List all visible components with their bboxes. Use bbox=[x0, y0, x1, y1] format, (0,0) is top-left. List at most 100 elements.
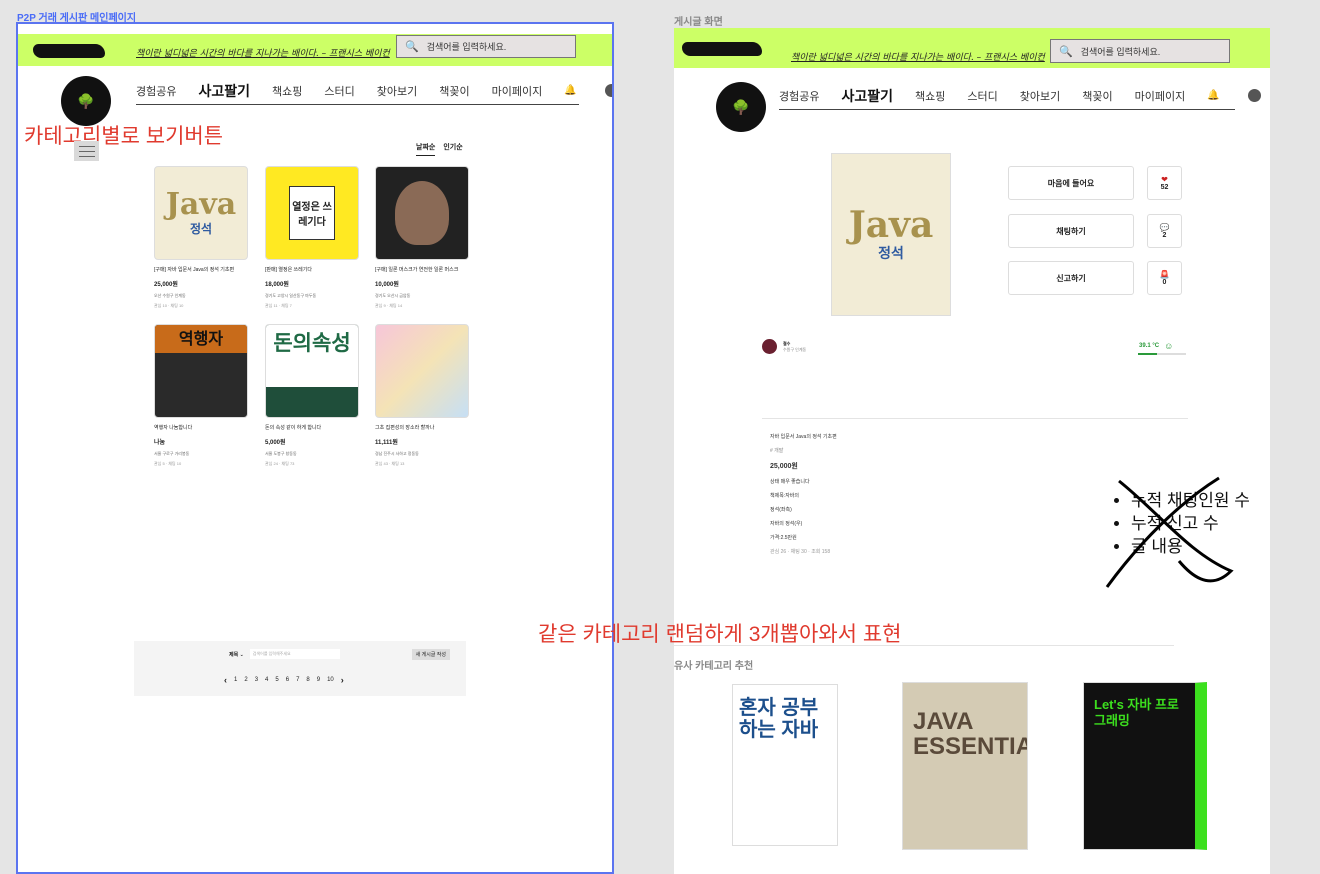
post-location: 오산 수원구 인계동 bbox=[154, 293, 186, 298]
open-book-logo[interactable]: 🌳 bbox=[61, 76, 111, 126]
cover-title: Java bbox=[165, 186, 237, 222]
post-title: 돈의 속성 같이 하게 합니다 bbox=[265, 425, 322, 431]
cover-title: 열정은 쓰레기다 bbox=[289, 186, 335, 240]
cover-subtitle: 정석 bbox=[878, 244, 904, 261]
post-card[interactable]: 열정은 쓰레기다 [판매] 열정은 쓰레기다 18,000원 경기도 고양시 일… bbox=[265, 166, 359, 309]
top-banner: 책이란 넓디넓은 시간의 바다를 지나가는 배이다. – 프랜시스 베이컨 🔍 … bbox=[18, 34, 612, 66]
nav-book-shopping[interactable]: 책쇼핑 bbox=[915, 88, 945, 104]
chat-button[interactable]: 채팅하기 bbox=[1008, 214, 1134, 248]
new-post-button[interactable]: 새 게시글 작성 bbox=[411, 649, 450, 660]
post-price: 18,000원 bbox=[265, 282, 289, 288]
page-5[interactable]: 5 bbox=[275, 677, 278, 683]
nav-explore[interactable]: 찾아보기 bbox=[377, 83, 417, 99]
post-description: 상태 매우 좋습니다 bbox=[770, 479, 810, 485]
post-card[interactable]: [구매] 일론 머스크가 연전한 일론 머스크 10,000원 경기도 오산시 … bbox=[375, 166, 469, 309]
post-location: 경기도 오산시 금암동 bbox=[375, 293, 411, 298]
post-meta: 관심 43 · 채팅 13 bbox=[375, 461, 405, 466]
post-price: 11,111원 bbox=[375, 440, 398, 446]
nav-explore[interactable]: 찾아보기 bbox=[1020, 88, 1060, 104]
temperature-value: 39.1 °C bbox=[1139, 343, 1160, 349]
post-card[interactable]: 역행자 역행자 나눔합니다 나눔 서울 구로구 가리봉동 관심 5 · 채팅 1… bbox=[154, 324, 248, 467]
page-4[interactable]: 4 bbox=[265, 677, 268, 683]
search-icon: 🔍 bbox=[405, 41, 419, 53]
page-6[interactable]: 6 bbox=[286, 677, 289, 683]
sort-tabs: 날짜순 인기순 bbox=[416, 142, 463, 156]
post-title: 자바 입문서 Java의 정석 기초편 bbox=[770, 434, 837, 440]
detail-page-frame: 책이란 넓디넓은 시간의 바다를 지나가는 배이다. – 프랜시스 베이컨 🔍 … bbox=[674, 28, 1270, 874]
prev-page-icon[interactable]: ‹ bbox=[224, 675, 227, 685]
cover-title: 돈의속성 bbox=[266, 325, 358, 387]
main-nav: 경험공유 사고팔기 책쇼핑 스터디 찾아보기 책꽂이 마이페이지 🔔 ⌄ bbox=[779, 82, 1261, 110]
post-location: 서울 구로구 가리봉동 bbox=[154, 451, 190, 456]
post-card[interactable]: 돈의속성 돈의 속성 같이 하게 합니다 5,000원 서울 도봉구 창동동 관… bbox=[265, 324, 359, 467]
page-2[interactable]: 2 bbox=[244, 677, 247, 683]
board-search-input[interactable]: 검색어를 입력해주세요 bbox=[249, 649, 340, 659]
search-input[interactable]: 🔍 검색어를 입력하세요. bbox=[396, 35, 576, 58]
category-menu-icon[interactable] bbox=[74, 141, 99, 161]
report-button[interactable]: 신고하기 bbox=[1008, 261, 1134, 295]
recommended-book[interactable]: 혼자 공부하는 자바 bbox=[732, 684, 838, 846]
page-9[interactable]: 9 bbox=[317, 677, 320, 683]
post-meta: 관심 26 · 채팅 30 · 조회 158 bbox=[770, 549, 831, 555]
post-card[interactable]: 그초 집편성의 장소라 할까나 11,111원 경남 진주시 사하고 정동동 관… bbox=[375, 324, 469, 467]
smile-icon: ☺ bbox=[1164, 341, 1174, 351]
next-page-icon[interactable]: › bbox=[341, 675, 344, 685]
cover-title: Java bbox=[848, 203, 934, 246]
page-1[interactable]: 1 bbox=[234, 677, 237, 683]
nav-bookshelf[interactable]: 책꽂이 bbox=[439, 83, 469, 99]
detail-book-cover: Java 정석 bbox=[831, 153, 951, 316]
sort-date[interactable]: 날짜순 bbox=[416, 142, 436, 156]
post-card[interactable]: Java 정석 [구매] 자바 입문서 Java의 정석 기초편 25,000원… bbox=[154, 166, 248, 309]
post-price: 25,000원 bbox=[770, 463, 798, 470]
nav-study[interactable]: 스터디 bbox=[324, 83, 354, 99]
main-nav: 경험공유 사고팔기 책쇼핑 스터디 찾아보기 책꽂이 마이페이지 🔔 ⌄ bbox=[136, 77, 612, 105]
book-cover: 돈의속성 bbox=[265, 324, 359, 418]
nav-experience[interactable]: 경험공유 bbox=[136, 83, 176, 99]
siren-icon: 🚨 bbox=[1159, 270, 1170, 279]
sort-popular[interactable]: 인기순 bbox=[443, 142, 462, 156]
banner-quote: 책이란 넓디넓은 시간의 바다를 지나가는 배이다. – 프랜시스 베이컨 bbox=[136, 49, 390, 59]
nav-mypage[interactable]: 마이페이지 bbox=[1135, 88, 1186, 104]
nav-study[interactable]: 스터디 bbox=[967, 88, 997, 104]
divider bbox=[762, 418, 1188, 419]
manner-temperature: 39.1 °C ☺ bbox=[1138, 341, 1186, 355]
nav-book-shopping[interactable]: 책쇼핑 bbox=[272, 83, 302, 99]
nav-bookshelf[interactable]: 책꽂이 bbox=[1082, 88, 1112, 104]
page-10[interactable]: 10 bbox=[327, 677, 334, 683]
search-input[interactable]: 🔍 검색어를 입력하세요. bbox=[1050, 39, 1230, 63]
cross-out-mark bbox=[1105, 476, 1234, 588]
recommended-book[interactable]: Let's 자바 프로그래밍 bbox=[1083, 682, 1207, 850]
page-7[interactable]: 7 bbox=[296, 677, 299, 683]
page-8[interactable]: 8 bbox=[306, 677, 309, 683]
post-meta: 관심 24 · 채팅 73 bbox=[265, 461, 295, 466]
post-title: 역행자 나눔합니다 bbox=[154, 425, 193, 431]
search-field-select[interactable]: 제목 ⌄ bbox=[229, 651, 244, 658]
post-location: 서울 도봉구 창동동 bbox=[265, 451, 297, 456]
like-count-value: 52 bbox=[1160, 184, 1169, 191]
bell-icon[interactable]: 🔔 bbox=[564, 85, 576, 96]
cover-title: 역행자 bbox=[155, 325, 247, 353]
nav-buy-sell[interactable]: 사고팔기 bbox=[198, 81, 250, 101]
book-cover bbox=[375, 166, 469, 260]
post-location: 경남 진주시 사하고 정동동 bbox=[375, 451, 419, 456]
post-line: 자바의 정석(우) bbox=[770, 521, 803, 527]
globe-icon[interactable] bbox=[604, 84, 612, 97]
recommend-title: 유사 카테고리 추천 bbox=[674, 661, 754, 672]
annotation-category-button: 카테고리별로 보기버튼 bbox=[24, 125, 224, 148]
nav-experience[interactable]: 경험공유 bbox=[779, 88, 819, 104]
frame-label-detail: 게시글 화면 bbox=[674, 17, 723, 28]
cover-title: Let's 자바 프로그래밍 bbox=[1094, 697, 1179, 728]
book-cover: 역행자 bbox=[154, 324, 248, 418]
nav-mypage[interactable]: 마이페이지 bbox=[492, 83, 543, 99]
chat-count-value: 2 bbox=[1162, 232, 1167, 239]
nav-buy-sell[interactable]: 사고팔기 bbox=[841, 86, 893, 106]
recommended-book[interactable]: JAVA ESSENTIAL bbox=[902, 682, 1028, 850]
bell-icon[interactable]: 🔔 bbox=[1207, 90, 1219, 101]
like-button[interactable]: 마음에 들어요 bbox=[1008, 166, 1134, 200]
board-search: 제목 ⌄ 검색어를 입력해주세요 bbox=[229, 649, 340, 659]
globe-icon[interactable] bbox=[1247, 89, 1261, 102]
page-3[interactable]: 3 bbox=[255, 677, 258, 683]
seller-profile[interactable]: 철수 수원구 인계동 bbox=[762, 339, 806, 354]
board-footer: 제목 ⌄ 검색어를 입력해주세요 새 게시글 작성 ‹ 1 2 3 4 5 6 … bbox=[134, 641, 466, 696]
open-book-logo[interactable]: 🌳 bbox=[716, 82, 766, 132]
